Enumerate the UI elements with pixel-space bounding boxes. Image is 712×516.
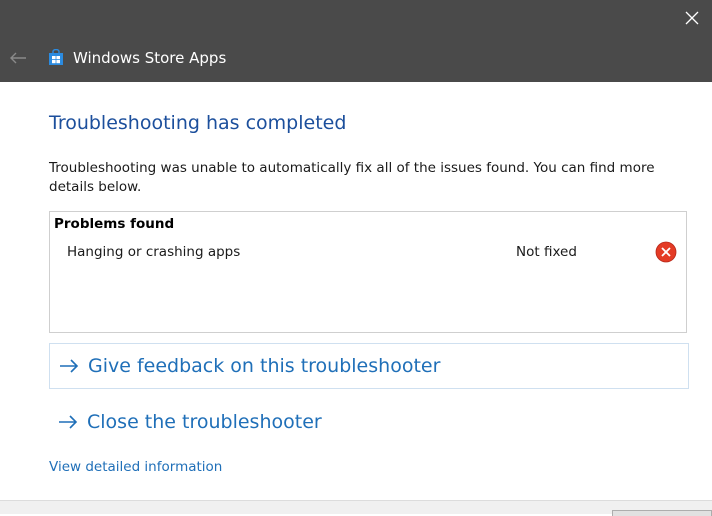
problems-found-title: Problems found — [54, 216, 175, 232]
content-area: Troubleshooting has completed Troublesho… — [0, 82, 712, 500]
error-icon — [655, 241, 677, 263]
footer-button[interactable] — [612, 510, 712, 516]
arrow-right-icon — [50, 356, 88, 376]
view-detailed-information-link[interactable]: View detailed information — [49, 458, 222, 477]
problems-found-panel: Problems found Hanging or crashing apps … — [49, 211, 687, 333]
close-troubleshooter-link[interactable]: Close the troubleshooter — [49, 399, 689, 445]
footer-bar — [0, 500, 712, 514]
store-bag-icon — [49, 49, 63, 65]
page-title: Troubleshooting has completed — [49, 112, 347, 134]
close-button[interactable] — [678, 4, 706, 32]
back-arrow-icon — [10, 52, 26, 64]
arrow-right-icon — [49, 412, 87, 432]
description-text: Troubleshooting was unable to automatica… — [49, 160, 655, 195]
title-bar: Windows Store Apps — [0, 0, 712, 82]
give-feedback-link[interactable]: Give feedback on this troubleshooter — [49, 343, 689, 389]
back-button[interactable] — [6, 46, 30, 70]
close-icon — [685, 11, 699, 25]
close-troubleshooter-label: Close the troubleshooter — [87, 411, 322, 433]
give-feedback-label: Give feedback on this troubleshooter — [88, 355, 441, 377]
problem-name: Hanging or crashing apps — [67, 244, 241, 260]
problem-status: Not fixed — [516, 244, 577, 260]
window-title: Windows Store Apps — [73, 49, 227, 67]
